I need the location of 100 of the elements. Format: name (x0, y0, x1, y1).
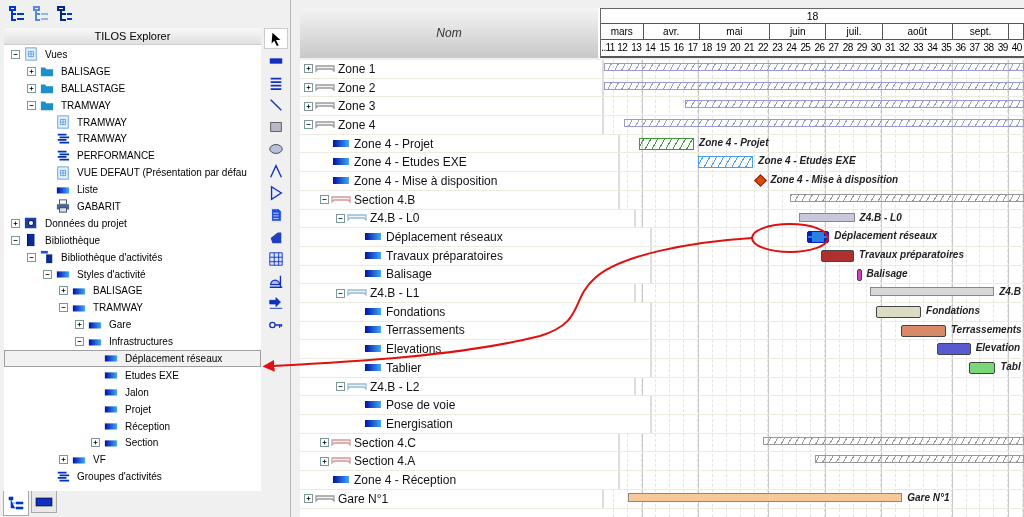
expand-icon[interactable] (27, 66, 36, 76)
tree-item[interactable]: VUE DEFAUT (Présentation par défau (4, 164, 261, 182)
task-name: Tablier (386, 360, 422, 375)
group-bar[interactable] (870, 287, 995, 297)
expand-icon[interactable] (59, 455, 68, 465)
expand-tree-icon[interactable] (8, 5, 26, 23)
collapse-icon[interactable] (336, 213, 345, 223)
tree-item[interactable]: Déplacement réseaux (4, 350, 261, 367)
expand-icon[interactable] (27, 83, 36, 93)
bracket-icon (331, 193, 351, 206)
expand-icon[interactable] (304, 101, 313, 111)
expand-icon[interactable] (304, 83, 313, 93)
bracket-icon (315, 81, 335, 94)
expand-icon[interactable] (75, 320, 84, 330)
collapse-icon[interactable] (336, 288, 345, 298)
tree-item[interactable]: Réception (4, 417, 261, 435)
collapse-icon[interactable] (75, 337, 84, 347)
bar-tab[interactable] (31, 491, 57, 513)
expand-icon[interactable] (91, 438, 100, 448)
week-label: 15 (658, 41, 671, 55)
bar-icon (363, 305, 383, 318)
tree-item[interactable]: Styles d'activité (4, 265, 261, 283)
tree-item[interactable]: Bibliothèque (4, 231, 261, 249)
collapse-icon[interactable] (27, 252, 36, 262)
tree-item[interactable]: GABARIT (4, 198, 261, 215)
bracket-icon (347, 380, 367, 393)
collapse-icon[interactable] (320, 195, 329, 205)
task-bar[interactable] (807, 231, 830, 244)
collapse-icon[interactable] (304, 120, 313, 130)
tree-item[interactable]: PERFORMANCE (4, 147, 261, 165)
summary-bar[interactable] (685, 100, 1024, 109)
tree-item[interactable]: Infrastructures (4, 333, 261, 351)
expand-icon[interactable] (320, 456, 329, 466)
tree-item[interactable]: Bibliothèque d'activités (4, 248, 261, 266)
year-header: 18 (601, 9, 1024, 24)
week-label: 25 (799, 41, 812, 55)
column-header[interactable]: Nom (300, 8, 600, 58)
tree-item[interactable]: TRAMWAY (4, 113, 261, 131)
summary-bar[interactable] (604, 81, 1024, 90)
collapse-icon[interactable] (11, 235, 20, 245)
task-name: Zone 4 (338, 117, 376, 132)
summary-bar[interactable] (762, 436, 1024, 445)
month-label: mai (726, 26, 743, 37)
week-label: 37 (968, 41, 981, 55)
expand-icon[interactable] (304, 494, 313, 504)
task-bar[interactable] (901, 324, 946, 337)
task-bar[interactable] (969, 362, 996, 374)
week-label: 24 (785, 41, 798, 55)
pointer-tool-button[interactable] (264, 28, 288, 49)
bar-icon (363, 249, 383, 262)
tree-tab[interactable] (3, 491, 29, 516)
collapse-tree-icon[interactable] (32, 5, 50, 23)
tree-icon[interactable] (56, 5, 74, 23)
collapse-icon[interactable] (43, 269, 52, 279)
task-name: Zone 3 (338, 99, 376, 114)
tree-item[interactable]: BALISAGE (4, 62, 261, 80)
bar-label: Balisage (866, 267, 908, 279)
collapse-icon[interactable] (59, 303, 68, 313)
summary-bar[interactable] (623, 119, 1024, 128)
tree-item[interactable]: Section (4, 434, 261, 452)
bracket-icon (331, 436, 351, 449)
tree-item[interactable]: Projet (4, 400, 261, 418)
task-bar[interactable] (876, 305, 922, 318)
summary-bar[interactable] (789, 193, 1024, 202)
summary-bar[interactable] (815, 455, 1024, 464)
bar-label: Zone 4 - Etudes EXE (758, 155, 856, 167)
tree-item[interactable]: Jalon (4, 383, 261, 401)
tree-item[interactable]: TRAMWAY (4, 130, 261, 148)
bar-label: Déplacement réseaux (834, 230, 938, 242)
tree-item[interactable]: BALLASTAGE (4, 79, 261, 97)
task-bar[interactable] (856, 268, 862, 281)
tree-item[interactable]: TRAMWAY (4, 299, 261, 317)
group-bar[interactable] (627, 492, 903, 502)
tree-item[interactable]: TRAMWAY (4, 96, 261, 114)
group-bar[interactable] (798, 212, 855, 222)
summary-bar[interactable] (604, 63, 1024, 71)
expand-icon[interactable] (11, 218, 20, 228)
tree-item[interactable]: Vues (4, 46, 261, 63)
tree-item[interactable]: Données du projet (4, 214, 261, 232)
gear-icon (23, 216, 39, 231)
expand-icon[interactable] (304, 64, 313, 74)
expand-icon[interactable] (320, 438, 329, 448)
collapse-icon[interactable] (336, 382, 345, 392)
expand-icon[interactable] (59, 286, 68, 296)
tree-item[interactable]: Liste (4, 181, 261, 198)
tree-item[interactable]: Etudes EXE (4, 366, 261, 384)
book-stack-icon (39, 250, 55, 265)
collapse-icon[interactable] (11, 49, 20, 59)
tree-item[interactable]: VF (4, 451, 261, 469)
tree-item[interactable]: Gare (4, 316, 261, 334)
bar-label: Zone 4 - Mise à disposition (770, 174, 899, 186)
document-icon (268, 206, 284, 223)
task-bar[interactable] (937, 343, 971, 356)
tree-item[interactable]: BALISAGE (4, 282, 261, 300)
tree-item[interactable]: Groupes d'activités (4, 468, 261, 486)
week-label: 34 (926, 41, 939, 55)
collapse-icon[interactable] (27, 100, 36, 110)
polyline-icon (268, 162, 284, 179)
task-bar[interactable] (820, 249, 855, 262)
week-label: 33 (912, 41, 925, 55)
